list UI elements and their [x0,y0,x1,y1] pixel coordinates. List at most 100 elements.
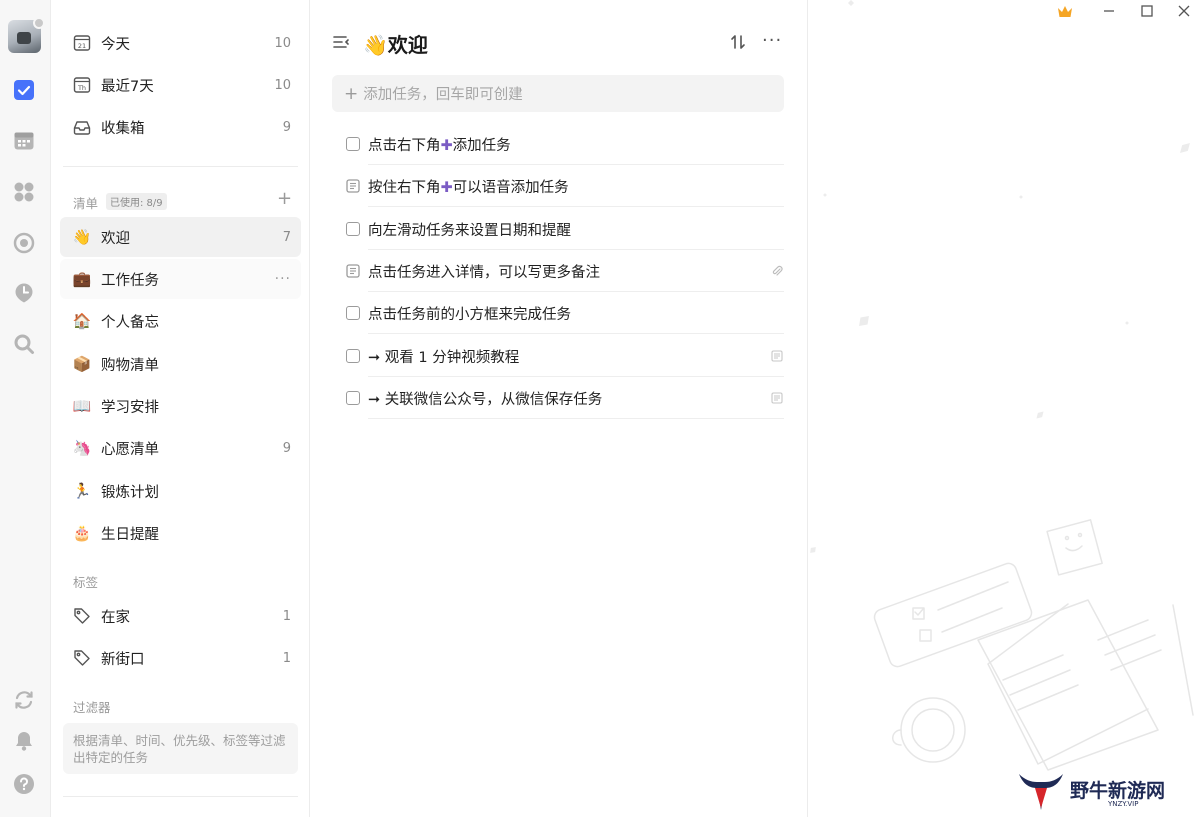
sidebar-item-label: 心愿清单 [101,441,159,458]
title-text: 欢迎 [387,33,428,57]
item-count: 10 [274,77,291,93]
task-title: ➞ 关联微信公众号，从微信保存任务 [368,391,603,408]
note-icon [771,392,783,404]
sidebar-item-label: 购物清单 [101,357,159,374]
item-count: 10 [274,35,291,51]
title-emoji-icon: 👋 [363,33,388,57]
list-emoji-icon: 🏃 [72,482,92,500]
list-emoji-icon: 🏠 [72,312,92,330]
task-check-icon[interactable] [12,78,36,102]
more-options-icon[interactable]: ··· [762,32,782,50]
lists-section-title: 清单 [73,196,99,211]
bell-icon[interactable] [12,729,36,753]
task-checkbox[interactable] [346,349,360,363]
task-row[interactable]: 点击任务前的小方框来完成任务 [346,292,784,334]
focus-icon[interactable] [12,231,36,255]
task-title: 向左滑动任务来设置日期和提醒 [368,222,571,239]
sidebar-item-label: 最近7天 [101,78,154,95]
sidebar-item-list[interactable]: 💼 工作任务 ··· [60,259,301,299]
list-emoji-icon: 🎂 [72,524,92,542]
calendar-day-icon: 21 [72,33,92,53]
task-title: ➞ 观看 1 分钟视频教程 [368,349,520,366]
help-icon[interactable] [12,772,36,796]
task-checkbox[interactable] [346,391,360,405]
list-emoji-icon: 📦 [72,355,92,373]
sidebar-item-label: 锻炼计划 [101,484,159,501]
inbox-icon [72,117,92,137]
item-count: 1 [282,608,291,624]
sidebar-item-list[interactable]: 🎂 生日提醒 [60,513,301,553]
task-title: 点击右下角✚添加任务 [368,137,511,154]
sidebar-item-list[interactable]: 🏃 锻炼计划 [60,471,301,511]
sidebar-item-label: 欢迎 [101,230,130,247]
note-checkbox-icon[interactable] [346,179,360,193]
list-emoji-icon: 🦄 [72,439,92,457]
sidebar-item-list[interactable]: 📖 学习安排 [60,386,301,426]
filter-hint[interactable]: 根据清单、时间、优先级、标签等过滤出特定的任务 [63,723,298,774]
task-title: 按住右下角✚可以语音添加任务 [368,179,569,196]
task-title: 点击任务前的小方框来完成任务 [368,306,571,323]
sort-icon[interactable] [728,32,748,52]
task-row[interactable]: 点击右下角✚添加任务 [346,123,784,165]
sidebar-item-label: 今天 [101,36,130,53]
task-row[interactable]: 点击任务进入详情，可以写更多备注 [346,250,784,292]
sidebar-item-label: 学习安排 [101,399,159,416]
divider [368,206,784,207]
detail-panel [808,0,1200,817]
sidebar-item-label: 个人备忘 [101,314,159,331]
sidebar-item-list[interactable]: 👋 欢迎 7 [60,217,301,257]
list-emoji-icon: 📖 [72,397,92,415]
add-list-button[interactable]: + [277,190,292,208]
task-row[interactable]: 向左滑动任务来设置日期和提醒 [346,208,784,250]
task-row[interactable]: ➞ 关联微信公众号，从微信保存任务 [346,377,784,419]
list-usage-badge: 已使用: 8/9 [106,193,167,210]
sidebar-item-list[interactable]: 📦 购物清单 [60,344,301,384]
item-count: 1 [282,650,291,666]
sync-icon[interactable] [12,688,36,712]
sidebar-item-tag[interactable]: 在家 1 [60,596,301,636]
task-checkbox[interactable] [346,222,360,236]
sidebar-item-today[interactable]: 21 今天 10 [60,23,301,63]
list-emoji-icon: 👋 [72,228,92,246]
note-icon [771,350,783,362]
item-count: 9 [282,440,291,456]
note-checkbox-icon[interactable] [346,264,360,278]
tags-section-title: 标签 [73,575,99,590]
sidebar-item-next-7-days[interactable]: Th 最近7天 10 [60,65,301,105]
sidebar-item-inbox[interactable]: 收集箱 9 [60,107,301,147]
svg-text:21: 21 [78,42,86,50]
task-checkbox[interactable] [346,306,360,320]
task-row[interactable]: 按住右下角✚可以语音添加任务 [346,165,784,207]
pomodoro-icon[interactable] [12,281,36,305]
calendar-week-icon: Th [72,75,92,95]
menu-collapse-icon[interactable] [331,32,351,52]
add-task-input[interactable]: + 添加任务，回车即可创建 [332,75,784,112]
sidebar-item-list[interactable]: 🦄 心愿清单 9 [60,428,301,468]
sidebar-item-list[interactable]: 🏠 个人备忘 [60,301,301,341]
pro-badge-icon [33,17,45,29]
more-options-icon[interactable]: ··· [275,271,291,287]
divider [63,796,298,797]
search-icon[interactable] [12,332,36,356]
tag-icon [72,648,92,668]
task-checkbox[interactable] [346,137,360,151]
watermark-bull-logo [1019,774,1063,810]
plus-icon: + [344,83,359,104]
purple-plus-icon: ✚ [440,179,453,196]
sidebar-item-label: 生日提醒 [101,526,159,543]
filters-section-title: 过滤器 [73,700,111,715]
tag-icon [72,606,92,626]
grid-apps-icon[interactable] [12,180,36,204]
sidebar-item-tag[interactable]: 新街口 1 [60,638,301,678]
task-row[interactable]: ➞ 观看 1 分钟视频教程 [346,335,784,377]
app-rail [0,0,51,817]
list-emoji-icon: 💼 [72,270,92,288]
add-task-placeholder: 添加任务，回车即可创建 [363,87,523,103]
sidebar-item-label: 在家 [101,609,130,626]
svg-text:Th: Th [77,84,86,92]
purple-plus-icon: ✚ [440,137,453,154]
sidebar-item-label: 收集箱 [101,120,145,137]
divider [368,418,784,419]
calendar-icon[interactable] [12,129,36,153]
task-panel: 👋欢迎 ··· + 添加任务，回车即可创建 点击右下角✚添加任务 按住右下角✚可… [310,0,808,817]
